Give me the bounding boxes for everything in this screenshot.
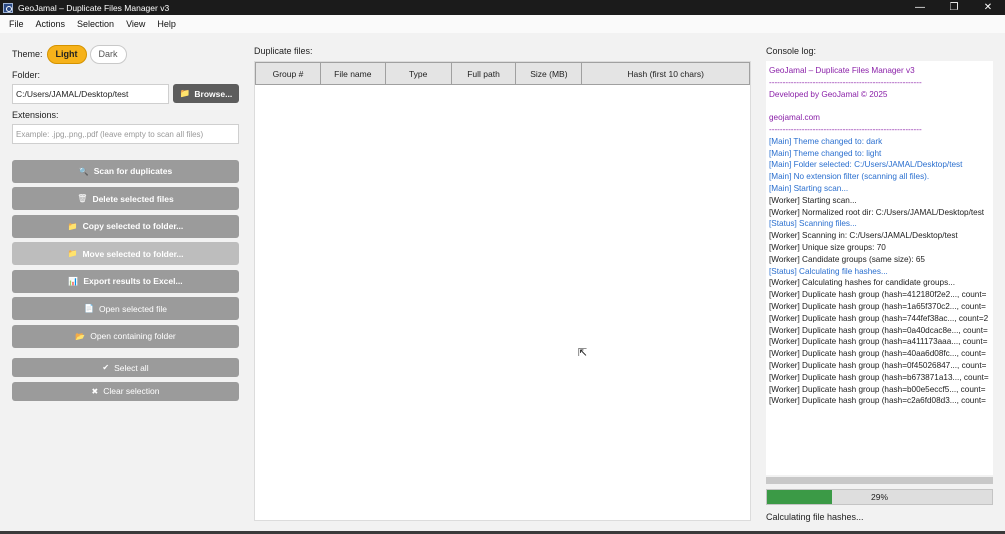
restore-button[interactable]: ❐ (937, 0, 971, 15)
console-line: [Worker] Duplicate hash group (hash=4121… (769, 290, 987, 300)
console-line: [Worker] Duplicate hash group (hash=1a65… (769, 301, 986, 311)
trash-icon: 🗑 (77, 194, 88, 203)
window-title: GeoJamal – Duplicate Files Manager v3 (18, 2, 170, 13)
theme-dark-button[interactable]: Dark (89, 44, 127, 64)
file-icon: 📄 (83, 304, 94, 313)
status-text: Calculating file hashes... (766, 512, 864, 522)
menu-selection[interactable]: Selection (71, 19, 120, 29)
column-header-full-path[interactable]: Full path (451, 62, 517, 85)
scan-button-label: Scan for duplicates (93, 166, 173, 176)
console-line: [Worker] Duplicate hash group (hash=c2a6… (769, 396, 986, 406)
column-header-type[interactable]: Type (385, 62, 452, 85)
console-line: [Status] Scanning files... (769, 219, 857, 229)
x-icon: ✖ (91, 386, 99, 396)
move-selected-label: Move selected to folder... (82, 248, 184, 259)
console-line: [Status] Calculating file hashes... (769, 266, 888, 276)
table-header: Group # File name Type Full path Size (M… (255, 62, 750, 85)
open-containing-folder-label: Open containing folder (90, 331, 176, 341)
clear-selection-button[interactable]: ✖ Clear selection (12, 381, 239, 401)
open-selected-file-button[interactable]: 📄 Open selected file (12, 297, 239, 320)
extensions-label: Extensions: (12, 110, 59, 120)
console-line: ----------------------------------------… (769, 77, 922, 87)
control-panel: Theme: Light Dark Folder: C:/Users/JAMAL… (12, 44, 240, 401)
console-line: [Worker] Normalized root dir: C:/Users/J… (769, 207, 985, 217)
console-line: [Main] Folder selected: C:/Users/JAMAL/D… (769, 160, 963, 170)
console-line: [Worker] Duplicate hash group (hash=b673… (769, 372, 989, 382)
menu-actions[interactable]: Actions (30, 19, 72, 29)
folder-icon: 📁 (67, 249, 78, 258)
console-log-label: Console log: (766, 46, 817, 56)
console-line: GeoJamal – Duplicate Files Manager v3 (769, 66, 915, 75)
open-selected-file-label: Open selected file (98, 303, 167, 314)
console-line: [Worker] Duplicate hash group (hash=0a40… (769, 325, 988, 335)
folder-label: Folder: (12, 70, 41, 80)
menu-file[interactable]: File (3, 19, 30, 29)
delete-selected-label: Delete selected files (92, 193, 174, 204)
open-containing-folder-button[interactable]: 📂 Open containing folder (12, 324, 239, 348)
folder-input[interactable]: C:/Users/JAMAL/Desktop/test (12, 84, 169, 104)
console-line: [Worker] Duplicate hash group (hash=b00e… (769, 384, 986, 394)
console-line: [Worker] Duplicate hash group (hash=744f… (769, 313, 989, 323)
chart-icon: 📊 (68, 276, 79, 286)
search-icon: 🔍 (78, 166, 89, 176)
console-line: [Worker] Starting scan... (769, 195, 857, 205)
theme-light-button[interactable]: Light (46, 44, 87, 64)
browse-button[interactable]: 📁 Browse... (173, 84, 239, 103)
title-bar: GeoJamal – Duplicate Files Manager v3 — … (0, 0, 1005, 15)
console-line: Developed by GeoJamal © 2025 (769, 89, 888, 99)
minimize-button[interactable]: — (903, 0, 937, 15)
export-excel-button[interactable]: 📊 Export results to Excel... (12, 269, 239, 293)
delete-selected-button[interactable]: 🗑 Delete selected files (12, 187, 239, 210)
console-line: [Main] Theme changed to: dark (769, 136, 883, 146)
column-header-size[interactable]: Size (MB) (516, 62, 583, 85)
console-line: [Main] Starting scan... (769, 183, 849, 193)
select-all-label: Select all (114, 362, 149, 373)
console-line: [Worker] Duplicate hash group (hash=40aa… (769, 349, 986, 359)
console-line: [Worker] Calculating hashes for candidat… (769, 278, 955, 288)
console-line: geojamal.com (769, 113, 820, 123)
progress-bar: 29% (766, 489, 993, 505)
scan-button[interactable]: 🔍 Scan for duplicates (12, 159, 239, 183)
menu-view[interactable]: View (120, 19, 151, 29)
console-log[interactable]: GeoJamal – Duplicate Files Manager v3 ---… (766, 61, 993, 475)
console-line: [Main] Theme changed to: light (769, 148, 882, 158)
checkmark-icon: ✔ (102, 363, 110, 372)
console-line: [Main] No extension filter (scanning all… (769, 172, 930, 182)
copy-selected-button[interactable]: 📁 Copy selected to folder... (12, 214, 239, 238)
console-line: [Worker] Unique size groups: 70 (769, 242, 886, 252)
column-header-file-name[interactable]: File name (320, 62, 386, 85)
select-all-button[interactable]: ✔ Select all (12, 358, 239, 377)
console-line: [Worker] Scanning in: C:/Users/JAMAL/Des… (769, 231, 958, 241)
theme-label: Theme: (12, 49, 43, 59)
console-horizontal-scrollbar[interactable] (766, 477, 993, 484)
extensions-input[interactable]: Example: .jpg,.png,.pdf (leave empty to … (12, 124, 239, 144)
progress-percent: 29% (870, 492, 888, 502)
console-line: [Worker] Duplicate hash group (hash=0f45… (769, 360, 987, 370)
duplicate-files-label: Duplicate files: (254, 46, 313, 56)
duplicate-files-table[interactable]: Group # File name Type Full path Size (M… (254, 61, 751, 521)
folder-icon: 📁 (179, 88, 191, 98)
open-folder-icon: 📂 (75, 331, 86, 341)
menu-help[interactable]: Help (151, 19, 182, 29)
column-header-group[interactable]: Group # (255, 62, 321, 85)
console-line: ----------------------------------------… (769, 124, 922, 134)
clear-selection-label: Clear selection (103, 386, 160, 396)
folder-icon: 📁 (67, 221, 78, 231)
copy-selected-label: Copy selected to folder... (82, 221, 184, 231)
theme-row: Theme: Light Dark (12, 44, 240, 64)
app-icon (3, 2, 13, 13)
browse-button-label: Browse... (194, 88, 233, 99)
console-line: [Worker] Duplicate hash group (hash=a411… (769, 337, 988, 347)
menu-bar: File Actions Selection View Help (0, 15, 1005, 33)
console-line: [Worker] Candidate groups (same size): 6… (769, 254, 925, 264)
export-excel-label: Export results to Excel... (83, 276, 183, 286)
mouse-cursor-icon: ⇱ (578, 347, 588, 359)
move-selected-button[interactable]: 📁 Move selected to folder... (12, 242, 239, 265)
close-button[interactable]: ✕ (971, 0, 1005, 15)
column-header-hash[interactable]: Hash (first 10 chars) (582, 62, 750, 85)
